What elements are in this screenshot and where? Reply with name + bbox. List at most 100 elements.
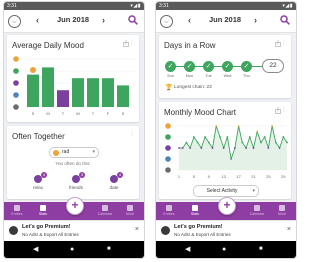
activity-count-badge: 4: [41, 172, 47, 178]
calendar-icon: [254, 205, 260, 211]
previous-month-button[interactable]: ‹: [36, 14, 39, 26]
premium-promo-banner[interactable]: Let's go Premium! No Ads! & Export All E…: [4, 220, 144, 241]
mood-point: [207, 141, 210, 144]
add-entry-button[interactable]: +: [218, 197, 236, 215]
mood-level-icon-rad: [165, 123, 171, 129]
monthly-mood-line-chart: 1 5 9 13 17 21 25 29: [165, 123, 288, 179]
activity-label: relax: [33, 185, 43, 190]
day-label: T: [62, 111, 65, 116]
current-streak-count: 22: [262, 59, 284, 73]
phone-screen-stats-right: 3:31 ▾◢▮ ◡ ‹ Jun 2018 › Days in a Row ⋮ …: [156, 2, 296, 258]
streak-day-label: Sun: [167, 74, 174, 78]
premium-promo-banner[interactable]: Let's go Premium! No Ads! & Export All E…: [156, 220, 296, 241]
day-label: W: [76, 111, 80, 116]
entries-icon: [166, 205, 172, 211]
more-options-icon[interactable]: ⋮: [129, 40, 135, 47]
more-icon: [127, 205, 133, 211]
monthly-mood-chart-card: Monthly Mood Chart ⋮ 1 5 9 13 17 21 25 29 Selec…: [159, 102, 291, 199]
mood-point: [263, 136, 266, 138]
x-tick-label: 13: [221, 174, 226, 179]
activity-item-relax[interactable]: 4 relax: [25, 172, 51, 196]
month-title: Jun 2018: [208, 15, 242, 24]
mood-point: [237, 125, 240, 127]
recents-icon[interactable]: ■: [107, 245, 111, 254]
app-logo-icon[interactable]: ◡: [160, 15, 173, 28]
select-activity-label: Select Activity: [206, 188, 238, 194]
close-icon[interactable]: ×: [287, 226, 291, 234]
status-bar: 3:31 ▾◢▮: [156, 2, 296, 10]
rad-mood-icon: [53, 149, 59, 156]
x-tick-label: 25: [266, 174, 271, 179]
back-icon[interactable]: ◀: [33, 245, 38, 254]
activity-count-badge: 4: [117, 172, 123, 178]
mood-point: [185, 141, 188, 144]
mood-point: [211, 147, 214, 149]
mood-level-icon-good: [165, 134, 171, 140]
app-logo-icon[interactable]: ◡: [8, 15, 21, 28]
nav-calendar[interactable]: Calendar: [246, 202, 268, 220]
nav-stats[interactable]: Stats: [32, 202, 54, 220]
mood-point: [178, 147, 180, 149]
streak-day-label: Wed: [223, 74, 232, 78]
mood-level-icon-awful: [165, 167, 171, 173]
mood-point: [222, 147, 225, 149]
next-month-button[interactable]: ›: [102, 14, 105, 26]
mood-point: [286, 141, 288, 144]
home-icon[interactable]: ●: [222, 245, 226, 254]
mood-level-icon-rad: [13, 56, 19, 62]
mood-bar-6: [117, 85, 129, 107]
check-circle-icon: ✓: [222, 61, 233, 72]
day-label: M: [46, 111, 49, 116]
x-tick-label: 17: [236, 174, 241, 179]
x-tick-label: 5: [193, 174, 196, 179]
status-time: 3:31: [7, 3, 17, 9]
mood-point: [241, 141, 244, 144]
back-icon[interactable]: ◀: [185, 245, 190, 254]
mood-point: [282, 136, 285, 138]
nav-more[interactable]: More: [271, 202, 293, 220]
more-options-icon[interactable]: ⋮: [281, 107, 287, 114]
mood-point: [252, 147, 255, 149]
mood-bar-4: [87, 78, 99, 107]
app-bar: ◡ ‹ Jun 2018 ›: [4, 10, 144, 33]
nav-more[interactable]: More: [119, 202, 141, 220]
system-navigation-bar: ◀ ● ■: [156, 241, 296, 258]
nav-stats[interactable]: Stats: [184, 202, 206, 220]
mood-point: [278, 147, 281, 149]
mood-level-icon-awful: [13, 104, 19, 110]
x-tick-label: 29: [281, 174, 286, 179]
activity-list: 4 relax 3 friends 4 date: [7, 172, 139, 196]
activity-item-friends[interactable]: 3 friends: [63, 172, 89, 196]
next-month-button[interactable]: ›: [254, 14, 257, 26]
card-title: Often Together: [12, 132, 65, 141]
system-navigation-bar: ◀ ● ■: [4, 241, 144, 258]
search-icon[interactable]: [128, 15, 138, 25]
add-entry-button[interactable]: +: [66, 197, 84, 215]
chevron-down-icon: ▾: [252, 187, 255, 194]
close-icon[interactable]: ×: [135, 226, 139, 234]
more-options-icon[interactable]: ⋮: [129, 131, 135, 138]
mood-point: [226, 136, 229, 138]
mood-level-icon-meh: [13, 80, 19, 86]
select-activity-dropdown[interactable]: Select Activity ▾: [193, 185, 259, 197]
mood-bar-1: [42, 67, 54, 107]
nav-entries[interactable]: Entries: [6, 202, 28, 220]
nav-entries[interactable]: Entries: [158, 202, 180, 220]
mood-point: [204, 136, 206, 138]
check-circle-icon: ✓: [184, 61, 195, 72]
recents-icon[interactable]: ■: [259, 245, 263, 254]
mood-selector-dropdown[interactable]: rad ▾: [49, 147, 99, 158]
mood-bar-0: [27, 74, 39, 107]
streak-day-label: Tue: [205, 74, 212, 78]
x-tick-label: 21: [251, 174, 256, 179]
average-mood-bar-chart: SMTWTFS: [13, 56, 135, 116]
x-tick-label: 9: [208, 174, 211, 179]
check-circle-icon: ✓: [165, 61, 176, 72]
previous-month-button[interactable]: ‹: [188, 14, 191, 26]
nav-calendar[interactable]: Calendar: [94, 202, 116, 220]
search-icon[interactable]: [280, 15, 290, 25]
mood-point: [219, 136, 221, 138]
home-icon[interactable]: ●: [70, 245, 74, 254]
activity-item-date[interactable]: 4 date: [101, 172, 127, 196]
day-label: T: [92, 111, 95, 116]
